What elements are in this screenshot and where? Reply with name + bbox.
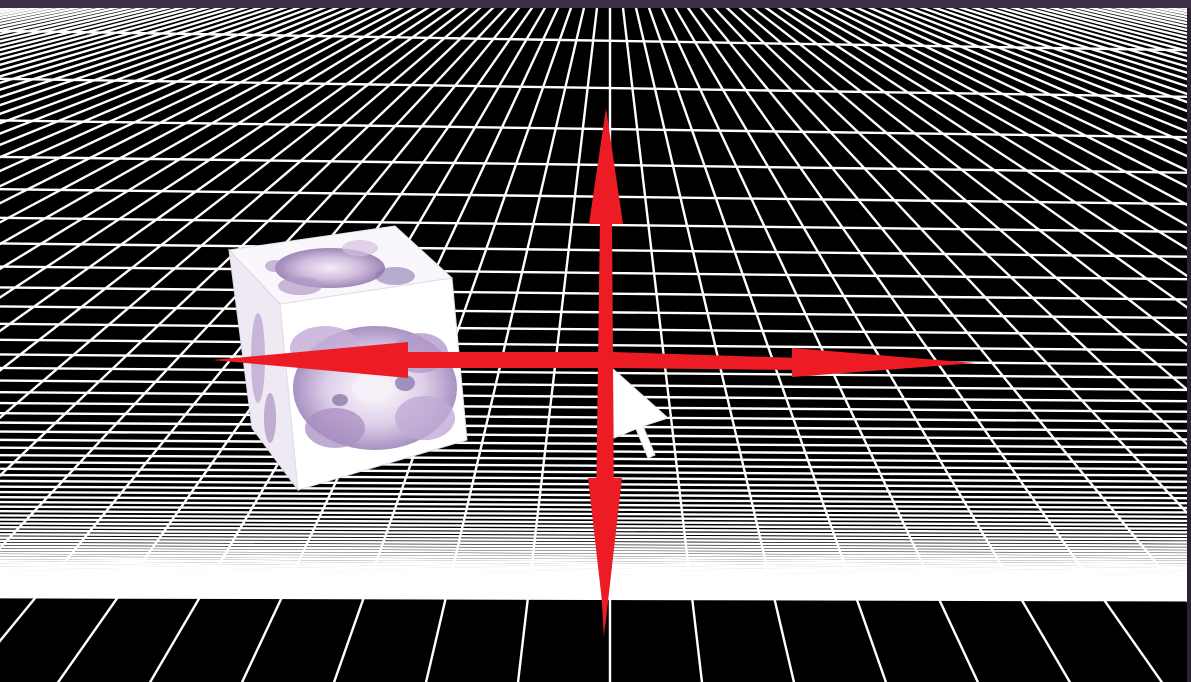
grid-line xyxy=(0,421,1187,432)
gizmo-right-arrowhead[interactable] xyxy=(792,348,975,377)
window-edge xyxy=(1187,8,1191,682)
grid-line xyxy=(0,390,1187,403)
grid-line xyxy=(0,401,1187,413)
grid-line xyxy=(0,338,1187,352)
grid-line xyxy=(0,411,1187,423)
cube-front-texture xyxy=(290,326,457,450)
grid-line xyxy=(0,242,1187,258)
grid-line xyxy=(0,322,1187,337)
grid-line xyxy=(0,430,1187,441)
grid-line xyxy=(0,467,1187,477)
grid-line xyxy=(0,366,1187,379)
grid-line xyxy=(0,438,1187,449)
floor-grid xyxy=(0,8,1187,682)
scene-canvas[interactable] xyxy=(0,8,1187,682)
grid-line xyxy=(0,286,1187,301)
grid-line xyxy=(0,305,1187,320)
grid-line xyxy=(0,446,1187,457)
grid-line xyxy=(0,77,1187,99)
window-title-bar xyxy=(0,0,1191,8)
grid-line xyxy=(0,453,1187,464)
3d-viewport[interactable] xyxy=(0,0,1191,682)
grid-line xyxy=(0,265,1187,281)
